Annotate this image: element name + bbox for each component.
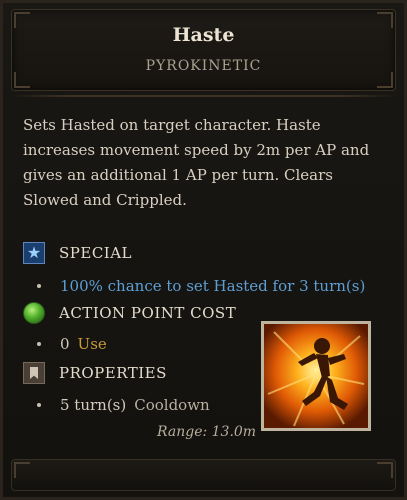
- special-label: SPECIAL: [59, 244, 133, 262]
- running-figure-fire-icon: [261, 321, 371, 431]
- special-line: 100% chance to set Hasted for 3 turn(s): [37, 275, 365, 297]
- ap-cost-line: 0 Use: [37, 333, 107, 355]
- star-icon: ★: [23, 242, 45, 264]
- frame-corner: [14, 462, 30, 478]
- bullet-icon: [37, 342, 41, 346]
- spell-title: Haste: [172, 24, 235, 46]
- cooldown-unit: Cooldown: [134, 396, 210, 414]
- bullet-icon: [37, 403, 41, 407]
- bookmark-icon: [23, 362, 45, 384]
- special-section-header: ★ SPECIAL: [23, 241, 132, 265]
- tooltip-header: Haste PYROKINETIC: [11, 9, 396, 91]
- special-effect-text: 100% chance to set Hasted for 3 turn(s): [60, 277, 366, 295]
- cooldown-value: 5 turn(s): [60, 396, 127, 414]
- frame-corner: [377, 72, 393, 88]
- ap-cost-label: ACTION POINT COST: [59, 304, 237, 322]
- green-orb-icon: [23, 302, 45, 324]
- spell-school: PYROKINETIC: [145, 58, 262, 74]
- ap-cost-unit: Use: [77, 335, 107, 353]
- tooltip-footer: [11, 459, 396, 491]
- bookmark-shape: [30, 367, 38, 379]
- skill-tooltip: Haste PYROKINETIC Sets Hasted on target …: [0, 0, 407, 500]
- range-text: Range: 13.0m: [157, 424, 257, 440]
- ap-cost-value: 0: [60, 335, 70, 353]
- ap-cost-section-header: ACTION POINT COST: [23, 301, 236, 325]
- header-divider: [11, 95, 396, 97]
- properties-section-header: PROPERTIES: [23, 361, 167, 385]
- bullet-icon: [37, 284, 41, 288]
- spell-description: Sets Hasted on target character. Haste i…: [23, 116, 370, 209]
- properties-label: PROPERTIES: [59, 364, 167, 382]
- frame-corner: [377, 462, 393, 478]
- properties-line: 5 turn(s) Cooldown: [37, 394, 210, 416]
- frame-corner: [14, 72, 30, 88]
